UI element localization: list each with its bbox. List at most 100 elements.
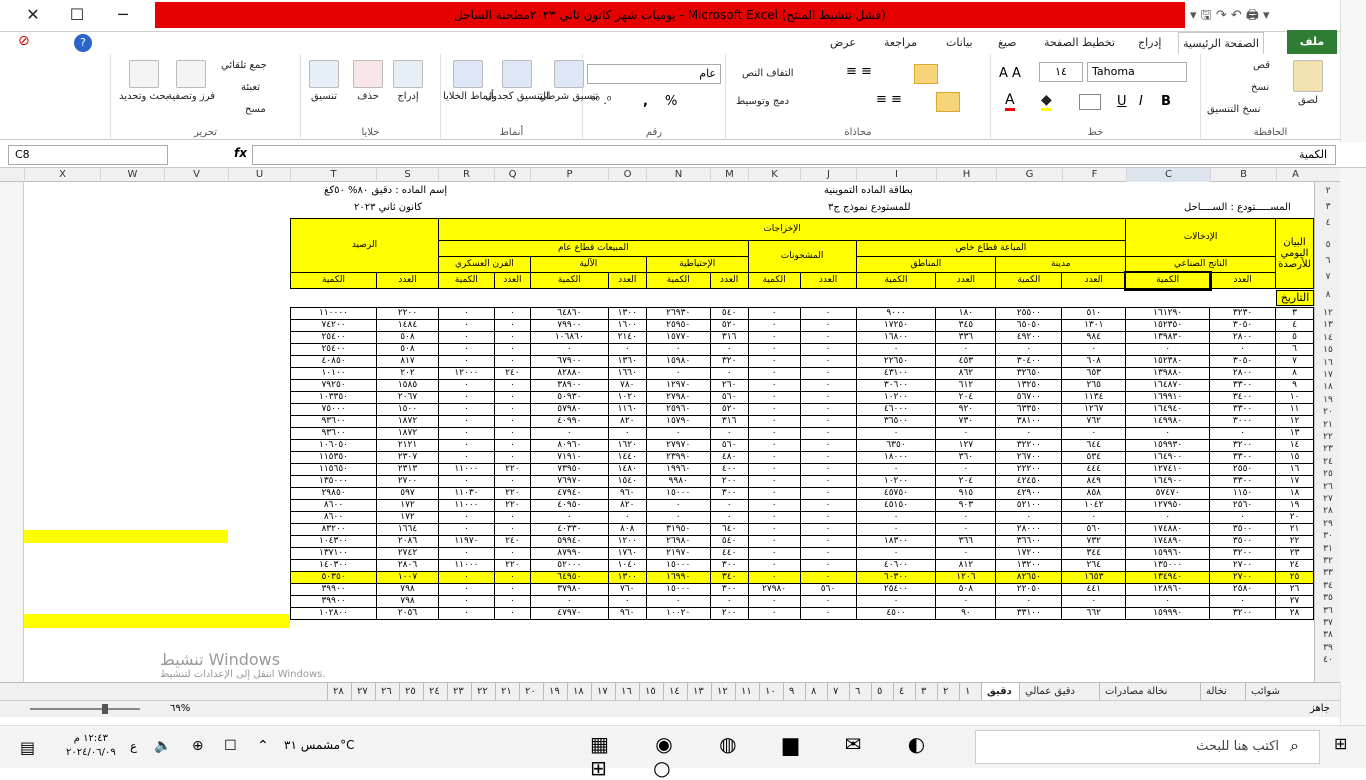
table-cell[interactable]: ١٦٤٨٧٠	[1125, 379, 1211, 392]
table-cell[interactable]: ٦٤٠	[709, 523, 749, 536]
name-box[interactable]: C8	[8, 145, 168, 165]
table-cell[interactable]: ٠	[529, 427, 609, 440]
table-cell[interactable]: ٨٥٨	[1061, 487, 1127, 500]
table-cell[interactable]: ٠	[747, 415, 801, 428]
row-header[interactable]: ١٤	[1315, 333, 1341, 343]
table-cell[interactable]: ٠	[437, 331, 495, 344]
table-cell[interactable]: ٠	[747, 307, 801, 320]
table-cell[interactable]: ٠	[747, 547, 801, 560]
table-cell[interactable]: ٣٠٦٠٠	[855, 379, 937, 392]
row-header[interactable]: ٢٧	[1315, 494, 1341, 504]
row-header[interactable]: ٣٣	[1315, 568, 1341, 578]
windows-start-icon[interactable]: ⊞	[1334, 734, 1354, 754]
table-cell[interactable]: ١٦٨٠٠	[855, 331, 937, 344]
table-cell[interactable]: ١٥٢٣٨٠	[1125, 355, 1211, 368]
table-cell[interactable]: ٣٢٠٠	[1209, 439, 1277, 452]
table-cell[interactable]: ٠	[799, 499, 857, 512]
column-header[interactable]: M	[710, 168, 748, 182]
table-cell[interactable]: ٣٨١٠٠	[995, 415, 1063, 428]
table-cell[interactable]: ٠	[437, 547, 495, 560]
format-painter-button[interactable]: نسخ التنسيق	[1207, 104, 1260, 115]
tab-view[interactable]: عرض	[826, 32, 860, 54]
help-icon[interactable]: ⊘	[14, 30, 34, 52]
table-cell[interactable]: ٥٩٩٤٠	[529, 535, 609, 548]
sheet-tab[interactable]: ٢٤	[423, 683, 447, 701]
table-cell[interactable]: ٢٢٠	[493, 487, 531, 500]
table-cell[interactable]: ٥٩٧	[376, 487, 439, 500]
cell-styles-button[interactable]: أنماط الخلايا	[443, 60, 494, 102]
column-header[interactable]: B	[1210, 168, 1276, 182]
table-cell[interactable]: ٠	[935, 343, 997, 356]
tab-data[interactable]: بيانات	[942, 32, 977, 54]
table-cell[interactable]: ٠	[799, 535, 857, 548]
table-cell[interactable]: ١٦٩٩٠	[645, 571, 711, 584]
table-cell[interactable]: ٢٥٤٠٠	[289, 331, 378, 344]
sheet-tab[interactable]: ٤	[893, 683, 915, 701]
table-cell[interactable]: ٩٦٠	[607, 487, 647, 500]
table-cell[interactable]: ٢٣١٣	[376, 463, 439, 476]
table-cell[interactable]: ٠	[1125, 511, 1211, 524]
table-cell[interactable]: ٠	[855, 523, 937, 536]
table-cell[interactable]: ١٦٤٩٠٠	[1125, 451, 1211, 464]
tab-file[interactable]: ملف	[1287, 30, 1337, 54]
table-cell[interactable]: ٨٢٠	[607, 415, 647, 428]
table-cell[interactable]: ٢٥٩٥٠	[645, 319, 711, 332]
row-header[interactable]: ٢	[1315, 186, 1341, 196]
table-cell[interactable]: ٣٣١٠٠	[995, 607, 1063, 620]
table-cell[interactable]: ٠	[645, 367, 711, 380]
sheet-tab[interactable]: ٢٣	[447, 683, 471, 701]
table-cell[interactable]: ١٤٩٩٨٠	[1125, 415, 1211, 428]
table-cell[interactable]: ٥٦٠	[1061, 523, 1127, 536]
table-cell[interactable]: ٢٥٥٠٠	[995, 307, 1063, 320]
table-cell[interactable]: ٢٣٩٩٠	[645, 451, 711, 464]
table-cell[interactable]: ٣٤٠٠	[1209, 391, 1277, 404]
table-cell[interactable]: ٠	[709, 343, 749, 356]
table-cell[interactable]: ٠	[799, 331, 857, 344]
table-cell[interactable]: ٥٢١٠٠	[995, 499, 1063, 512]
pinned-apps[interactable]: ▦ ◉ ◍ ▆ ✉ ◐ ⊞ ○	[590, 732, 950, 780]
table-cell[interactable]: ٠	[799, 379, 857, 392]
table-cell[interactable]: ٢٨٠٠	[1209, 367, 1277, 380]
table-cell[interactable]: ٠	[607, 343, 647, 356]
table-cell[interactable]: ٠	[709, 499, 749, 512]
table-cell[interactable]: ٨٤٩	[1061, 475, 1127, 488]
table-cell[interactable]: ٠	[995, 511, 1063, 524]
table-cell[interactable]: ٠	[747, 499, 801, 512]
sheet-tab[interactable]: ١٠	[759, 683, 783, 701]
font-size-select[interactable]: ١٤	[1039, 62, 1083, 82]
date-cell[interactable]: ٢١	[1275, 523, 1314, 536]
table-cell[interactable]: ٠	[747, 511, 801, 524]
delete-cells-button[interactable]: حذف	[353, 60, 383, 102]
table-cell[interactable]: ٣٠٠	[709, 583, 749, 596]
table-cell[interactable]: ٠	[1061, 427, 1127, 440]
table-cell[interactable]: ٣٤٥	[935, 319, 997, 332]
table-cell[interactable]: ٥٠٨	[376, 331, 439, 344]
table-cell[interactable]: ٢٤٠	[493, 535, 531, 548]
table-cell[interactable]: ٥٧٤٧٠	[1125, 487, 1211, 500]
align-right-icon[interactable]: ≡ ≡	[876, 92, 902, 107]
table-cell[interactable]: ٠	[493, 523, 531, 536]
table-cell[interactable]: ٠	[493, 343, 531, 356]
table-cell[interactable]: ١٤٤٠	[607, 451, 647, 464]
table-cell[interactable]: ٢٠٤	[935, 391, 997, 404]
table-cell[interactable]: ١٢٧٤١٠	[1125, 463, 1211, 476]
table-cell[interactable]: ٣٠٤٠٠	[995, 355, 1063, 368]
table-cell[interactable]: ٧٣٢	[1061, 535, 1127, 548]
table-cell[interactable]: ٠	[995, 427, 1063, 440]
table-cell[interactable]: ٣٦٥٠٠	[855, 415, 937, 428]
row-header[interactable]: ٢٩	[1315, 519, 1341, 529]
quantity-label-selected[interactable]: الكمية	[1123, 270, 1212, 291]
number-format-select[interactable]: عام	[587, 64, 721, 84]
table-cell[interactable]: ٢٢٠	[493, 463, 531, 476]
table-cell[interactable]: ٣٢٣٠	[1209, 307, 1277, 320]
table-cell[interactable]: ٠	[493, 475, 531, 488]
table-cell[interactable]: ٥٦٠	[709, 439, 749, 452]
table-cell[interactable]: ٣٢٠٠	[1209, 607, 1277, 620]
find-select-button[interactable]: بحث وتحديد	[119, 60, 169, 102]
zoom-level[interactable]: ٦٩%	[170, 703, 190, 714]
table-cell[interactable]: ٠	[437, 607, 495, 620]
table-cell[interactable]: ٠	[995, 595, 1063, 608]
row-header[interactable]: ١٢	[1315, 308, 1341, 318]
sort-filter-button[interactable]: فرز وتصفية	[167, 60, 215, 102]
table-cell[interactable]: ٣٢٦٥٠	[995, 367, 1063, 380]
